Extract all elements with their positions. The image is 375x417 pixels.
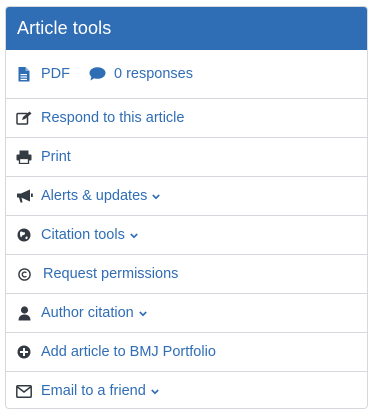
panel-title: Article tools — [17, 18, 112, 38]
chevron-down-icon — [130, 226, 138, 244]
alerts-updates-item[interactable]: Alerts & updates — [6, 176, 367, 215]
globe-icon — [15, 226, 33, 244]
file-pdf-icon — [15, 65, 33, 83]
citation-tools-label: Citation tools — [41, 227, 125, 243]
responses-link[interactable]: 0 responses — [88, 65, 193, 83]
chevron-down-icon — [138, 304, 147, 322]
add-to-portfolio-item[interactable]: Add article to BMJ Portfolio — [6, 332, 367, 371]
responses-label: 0 responses — [114, 66, 193, 82]
panel-header: Article tools — [6, 7, 367, 50]
request-permissions-item[interactable]: Request permissions — [6, 254, 367, 293]
request-permissions-label: Request permissions — [43, 266, 179, 282]
chevron-down-icon — [151, 382, 159, 400]
plus-circle-icon — [15, 343, 33, 361]
alerts-updates-label: Alerts & updates — [41, 188, 148, 204]
copyright-icon — [15, 265, 33, 283]
article-tools-panel: Article tools PDF 0 responses Respond to… — [5, 6, 368, 409]
respond-to-article-item[interactable]: Respond to this article — [6, 98, 367, 137]
author-citation-item[interactable]: Author citation — [6, 293, 367, 332]
email-friend-label: Email to a friend — [41, 383, 146, 399]
pdf-label: PDF — [41, 66, 70, 82]
citation-tools-item[interactable]: Citation tools — [6, 215, 367, 254]
megaphone-icon — [15, 187, 33, 205]
comment-icon — [88, 65, 106, 83]
print-icon — [15, 148, 33, 166]
pdf-link[interactable]: PDF — [15, 65, 70, 83]
print-item[interactable]: Print — [6, 137, 367, 176]
user-icon — [15, 304, 33, 322]
envelope-icon — [15, 382, 33, 400]
edit-icon — [15, 109, 33, 127]
add-to-portfolio-label: Add article to BMJ Portfolio — [41, 344, 216, 360]
respond-to-article-label: Respond to this article — [41, 110, 185, 126]
author-citation-label: Author citation — [41, 305, 134, 321]
pdf-responses-row: PDF 0 responses — [6, 50, 367, 98]
print-label: Print — [41, 149, 71, 165]
chevron-down-icon — [152, 187, 161, 205]
email-friend-item[interactable]: Email to a friend — [6, 371, 367, 408]
